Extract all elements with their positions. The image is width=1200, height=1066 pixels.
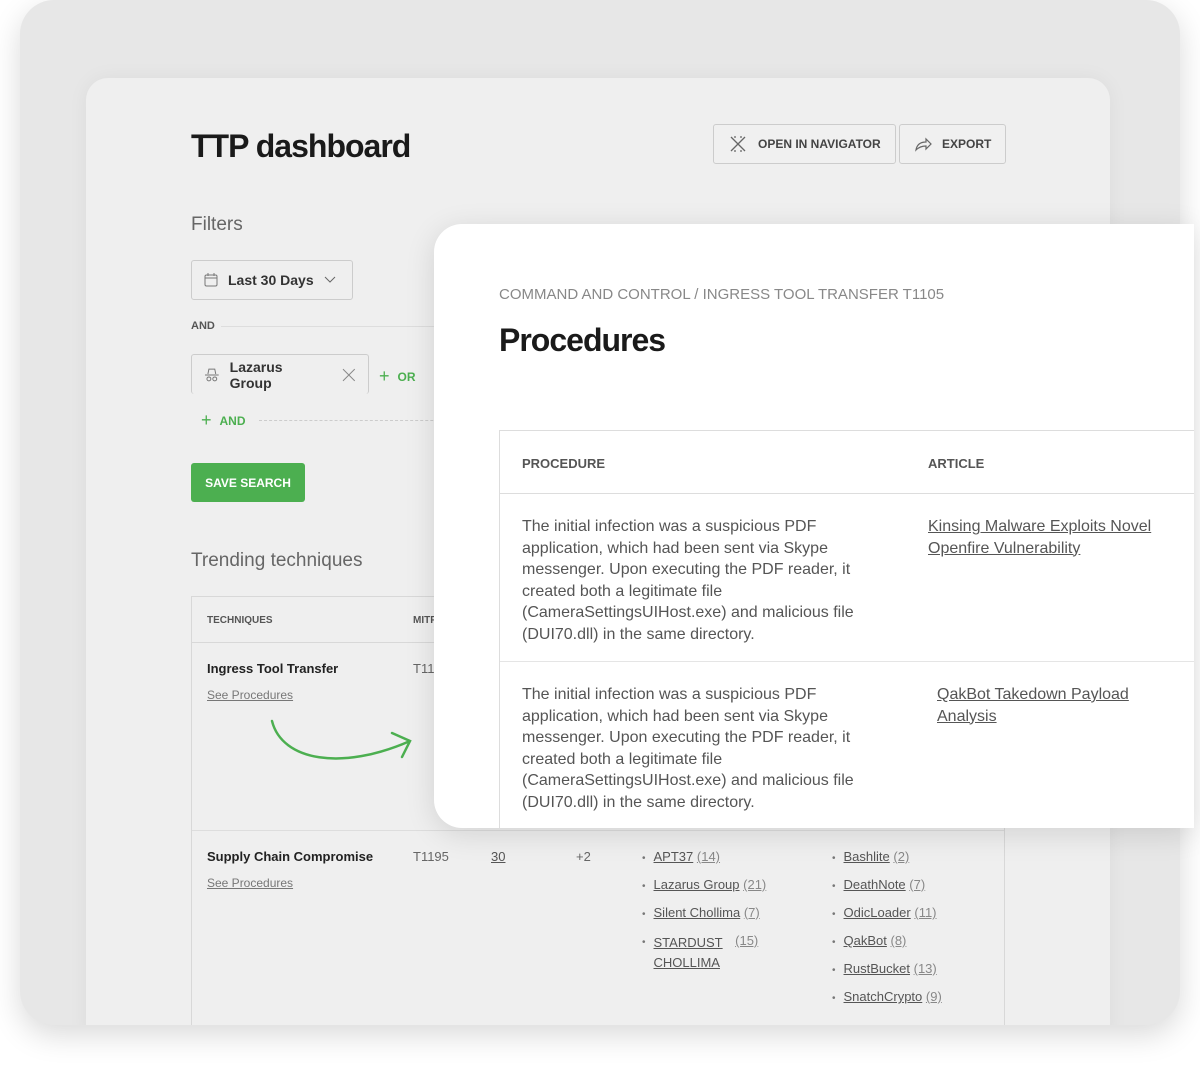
and-operator-label: AND — [191, 320, 215, 332]
arrow-icon — [270, 719, 412, 760]
list-item: Lazarus Group (21) — [642, 877, 812, 905]
calendar-icon — [204, 273, 218, 287]
list-item: STARDUST CHOLLIMA (15) — [642, 933, 812, 989]
entity-count[interactable]: (13) — [914, 961, 937, 976]
page-title: TTP dashboard — [191, 128, 411, 164]
entity-link[interactable]: RustBucket — [844, 961, 910, 976]
extra-count: +2 — [576, 849, 591, 864]
share-icon — [915, 137, 932, 152]
group-filter-value: Lazarus Group — [229, 358, 283, 391]
article-link[interactable]: Kinsing Malware Exploits Novel Openfire … — [928, 516, 1158, 559]
export-button[interactable]: EXPORT — [899, 124, 1007, 164]
table-row: The initial infection was a suspicious P… — [500, 662, 1194, 828]
entity-link[interactable]: OdicLoader — [844, 905, 911, 920]
table-row: The initial infection was a suspicious P… — [500, 494, 1194, 662]
modal-title: Procedures — [499, 322, 666, 358]
procedures-table: PROCEDURE ARTICLE The initial infection … — [499, 430, 1194, 828]
entity-link[interactable]: Lazarus Group — [654, 877, 740, 892]
entity-link[interactable]: Silent Chollima — [654, 905, 741, 920]
entity-count[interactable]: (2) — [893, 849, 909, 864]
breadcrumb: COMMAND AND CONTROL / INGRESS TOOL TRANS… — [499, 286, 945, 303]
entity-link[interactable]: STARDUST CHOLLIMA — [654, 933, 732, 973]
open-in-navigator-label: OPEN IN NAVIGATOR — [758, 137, 881, 151]
entity-link[interactable]: Bashlite — [844, 849, 890, 864]
column-header: TECHNIQUES — [207, 615, 273, 626]
chevron-down-icon — [324, 276, 335, 283]
spy-icon — [204, 368, 219, 381]
entity-link[interactable]: SnatchCrypto — [844, 989, 923, 1004]
list-item: RustBucket (13) — [832, 961, 942, 989]
procedure-text: The initial infection was a suspicious P… — [522, 686, 854, 811]
procedures-modal: COMMAND AND CONTROL / INGRESS TOOL TRANS… — [434, 224, 1194, 828]
list-item: APT37 (14) — [642, 849, 812, 877]
technique-name: Ingress Tool Transfer — [207, 661, 339, 676]
entity-count[interactable]: (8) — [891, 933, 907, 948]
export-label: EXPORT — [942, 137, 992, 151]
list-item: Silent Chollima (7) — [642, 905, 812, 933]
see-procedures-link[interactable]: See Procedures — [207, 688, 293, 702]
add-or-button[interactable]: + OR — [379, 366, 416, 387]
open-in-navigator-button[interactable]: OPEN IN NAVIGATOR — [713, 124, 896, 164]
navigator-icon — [730, 136, 746, 152]
list-item: Bashlite (2) — [832, 849, 942, 877]
groups-list: APT37 (14)Lazarus Group (21)Silent Choll… — [642, 849, 812, 989]
table-header: PROCEDURE ARTICLE — [500, 431, 1194, 494]
entity-link[interactable]: APT37 — [654, 849, 694, 864]
trending-heading: Trending techniques — [191, 550, 363, 571]
column-header: ARTICLE — [928, 456, 985, 471]
entity-count[interactable]: (9) — [926, 989, 942, 1004]
filters-heading: Filters — [191, 214, 243, 235]
column-header: PROCEDURE — [522, 456, 606, 471]
list-item: SnatchCrypto (9) — [832, 989, 942, 1017]
list-item: DeathNote (7) — [832, 877, 942, 905]
procedure-count-link[interactable]: 30 — [491, 849, 505, 864]
procedure-text: The initial infection was a suspicious P… — [522, 518, 854, 643]
close-icon[interactable] — [342, 368, 356, 382]
plus-icon: + — [379, 366, 390, 386]
technique-name: Supply Chain Compromise — [207, 849, 374, 864]
plus-icon: + — [201, 410, 212, 430]
entity-count[interactable]: (15) — [735, 933, 758, 948]
entity-link[interactable]: QakBot — [844, 933, 887, 948]
group-filter-chip[interactable]: Lazarus Group — [191, 354, 369, 394]
list-item: QakBot (8) — [832, 933, 942, 961]
entity-count[interactable]: (7) — [909, 877, 925, 892]
or-label: OR — [397, 369, 416, 384]
article-link[interactable]: QakBot Takedown Payload Analysis — [937, 684, 1157, 727]
and-label: AND — [219, 413, 246, 428]
date-range-dropdown[interactable]: Last 30 Days — [191, 260, 353, 300]
save-search-button[interactable]: SAVE SEARCH — [191, 463, 305, 502]
entity-count[interactable]: (7) — [744, 905, 760, 920]
table-row: Supply Chain Compromise See Procedures T… — [192, 831, 1004, 1025]
list-item: OdicLoader (11) — [832, 905, 942, 933]
technique-id: T1195 — [413, 849, 449, 864]
see-procedures-link[interactable]: See Procedures — [207, 876, 293, 890]
malware-list: Bashlite (2)DeathNote (7)OdicLoader (11)… — [832, 849, 942, 1017]
date-range-value: Last 30 Days — [228, 272, 314, 288]
entity-count[interactable]: (21) — [743, 877, 766, 892]
entity-count[interactable]: (14) — [697, 849, 720, 864]
add-and-button[interactable]: + AND — [201, 410, 246, 431]
entity-count[interactable]: (11) — [914, 905, 936, 920]
entity-link[interactable]: DeathNote — [844, 877, 906, 892]
